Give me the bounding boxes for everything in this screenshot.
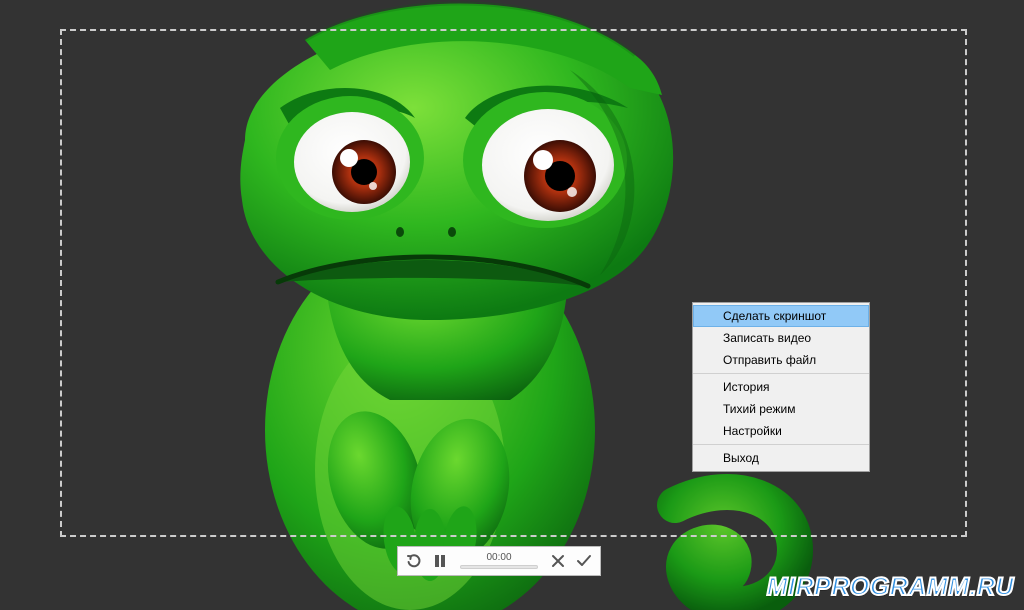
watermark-text: MIRPROGRAMM.RU [767,573,1014,602]
menu-item-label: Сделать скриншот [723,309,826,323]
menu-item-label: Отправить файл [723,353,816,367]
undo-button[interactable] [404,551,424,571]
menu-item-history[interactable]: История [693,376,869,398]
confirm-button[interactable] [574,551,594,571]
menu-item-record-video[interactable]: Записать видео [693,327,869,349]
menu-item-settings[interactable]: Настройки [693,420,869,442]
menu-item-label: Записать видео [723,331,811,345]
menu-item-exit[interactable]: Выход [693,447,869,469]
menu-item-screenshot[interactable]: Сделать скриншот [693,305,869,327]
menu-item-label: История [723,380,770,394]
close-icon [551,554,565,568]
menu-item-send-file[interactable]: Отправить файл [693,349,869,371]
cancel-button[interactable] [548,551,568,571]
menu-item-quiet-mode[interactable]: Тихий режим [693,398,869,420]
tray-context-menu: Сделать скриншот Записать видео Отправит… [692,302,870,472]
check-icon [576,554,592,568]
elapsed-time: 00:00 [486,553,511,563]
recording-toolbar: 00:00 [397,546,601,576]
menu-item-label: Тихий режим [723,402,795,416]
menu-item-label: Выход [723,451,759,465]
menu-item-label: Настройки [723,424,782,438]
progress-bar[interactable] [460,565,538,569]
undo-icon [406,553,422,569]
time-indicator: 00:00 [456,553,542,569]
pause-icon [433,554,447,568]
pause-button[interactable] [430,551,450,571]
